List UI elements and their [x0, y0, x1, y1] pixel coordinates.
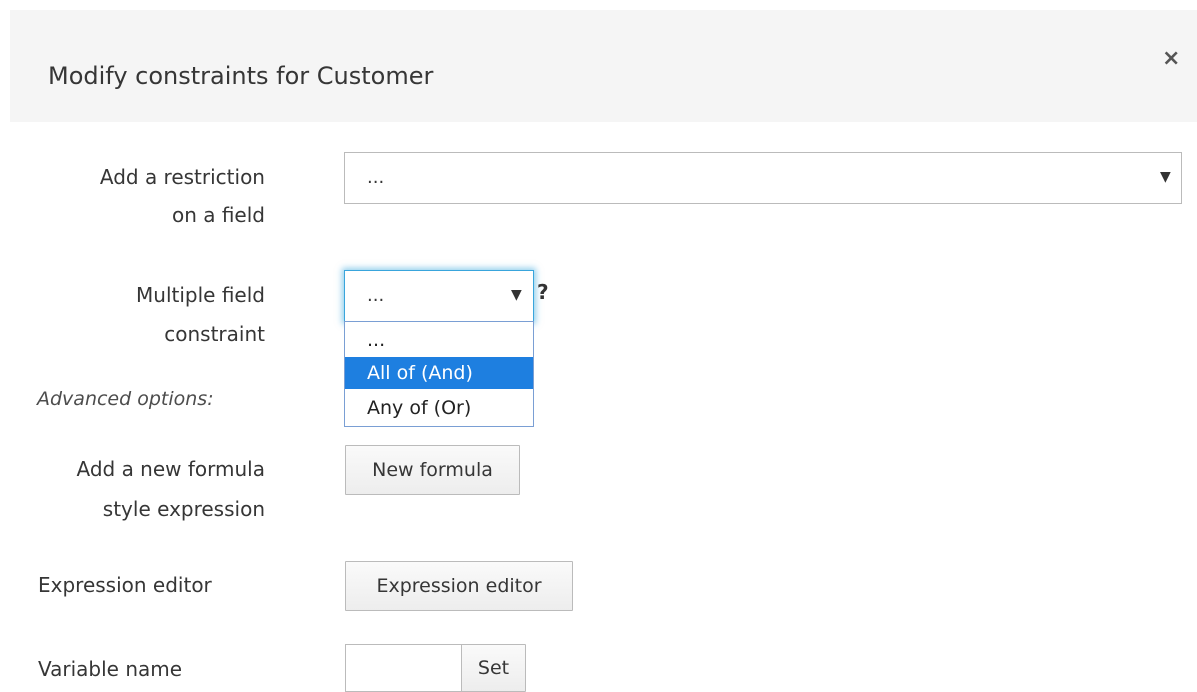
dialog-title: Modify constraints for Customer	[48, 62, 434, 90]
multiple-label-line1: Multiple field	[136, 283, 265, 307]
multiple-field-constraint-select[interactable]: ... ▼	[344, 270, 534, 322]
chevron-down-icon: ▼	[1160, 169, 1171, 185]
dialog-header: Modify constraints for Customer ×	[10, 10, 1197, 122]
multiple-constraint-value: ...	[367, 285, 385, 306]
option-all-of-and[interactable]: All of (And)	[345, 357, 533, 389]
variable-name-label: Variable name	[38, 657, 183, 681]
multiple-label-line2: constraint	[164, 322, 265, 346]
formula-label-line2: style expression	[102, 497, 265, 521]
expression-editor-label: Expression editor	[38, 573, 212, 597]
option-none[interactable]: ...	[345, 324, 533, 356]
set-variable-button[interactable]: Set	[461, 644, 526, 692]
field-restriction-value: ...	[367, 167, 385, 188]
expression-editor-button[interactable]: Expression editor	[345, 561, 573, 611]
multiple-constraint-options: ... All of (And) Any of (Or)	[344, 321, 534, 427]
chevron-down-icon: ▼	[511, 287, 522, 303]
field-restriction-select[interactable]: ... ▼	[344, 152, 1182, 204]
restriction-label-line1: Add a restriction	[99, 165, 265, 189]
close-icon[interactable]: ×	[1162, 48, 1180, 70]
restriction-label-line2: on a field	[171, 203, 265, 227]
option-any-of-or[interactable]: Any of (Or)	[345, 392, 533, 424]
modify-constraints-dialog: Modify constraints for Customer × Add a …	[0, 0, 1197, 692]
help-icon[interactable]: ?	[537, 280, 549, 304]
formula-label-line1: Add a new formula	[76, 457, 265, 481]
advanced-options-label: Advanced options:	[37, 388, 214, 410]
new-formula-button[interactable]: New formula	[345, 445, 520, 495]
variable-name-input[interactable]	[345, 644, 462, 692]
